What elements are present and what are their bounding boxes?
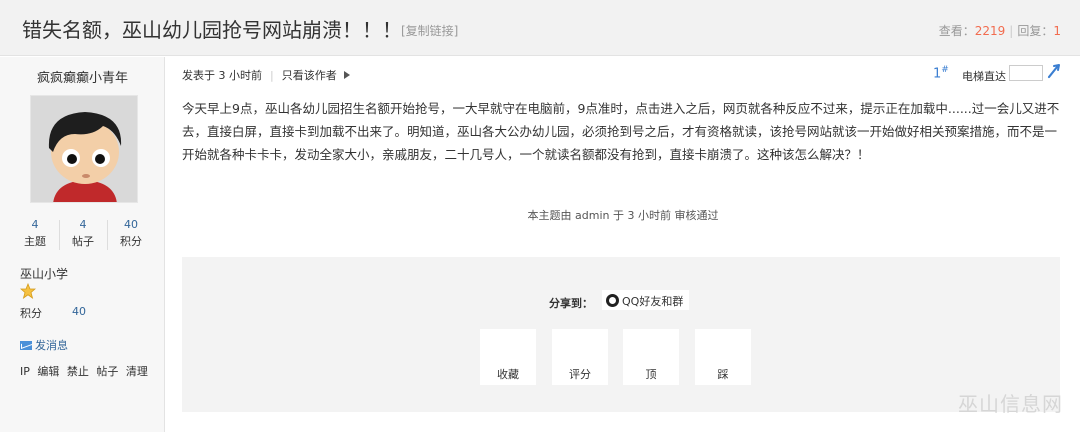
downvote-button[interactable]: 踩 [695,329,751,385]
only-author-link[interactable]: 只看该作者 [282,69,337,82]
post-time: 发表于 3 小时前 [182,69,262,82]
avatar-cartoon-image [31,96,137,202]
thread-header: 错失名额，巫山幼儿园抢号网站崩溃！！！ [复制链接] 查看：2219 | 回复：1 [0,0,1080,56]
send-message-link[interactable]: 发消息 [20,337,68,353]
stats-divider: | [1009,24,1014,38]
floor-number[interactable]: 1# [933,65,949,81]
send-message-label: 发消息 [35,339,68,352]
elevator-label: 电梯直达 [962,70,1006,83]
upvote-button[interactable]: 顶 [623,329,679,385]
elevator-input[interactable] [1009,65,1043,81]
points-label: 积分 [20,307,42,320]
views-count: 2219 [974,24,1006,38]
thread-stats: 查看：2219 | 回复：1 [939,22,1061,39]
replies-label: 回复： [1017,24,1054,38]
stat-posts[interactable]: 4 帖子 [59,217,107,251]
approval-note: 本主题由 admin 于 3 小时前 审核通过 [527,209,719,222]
author-sidebar: 疯疯癫癫小青年 4 主题 4 帖子 40 积分 巫山小学 积分 40 发消息 I… [0,57,165,432]
views-label: 查看： [938,24,975,38]
stat-value: 4 [79,218,87,231]
admin-ban-link[interactable]: 禁止 [67,365,89,378]
site-watermark: 巫山信息网 [958,392,1063,416]
floor-mark: # [941,65,949,75]
author-name[interactable]: 疯疯癫癫小青年 [0,67,165,86]
stat-topics[interactable]: 4 主题 [11,217,59,251]
share-panel: 分享到： QQ好友和群 收藏 评分 顶 踩 [182,257,1060,412]
post-content: 今天早上9点，巫山各幼儿园招生名额开始抢号，一大早就守在电脑前，9点准时，点击进… [182,101,1060,162]
share-qq-label: QQ好友和群 [622,295,684,308]
play-triangle-icon[interactable] [343,71,350,79]
stat-label: 主题 [24,235,46,248]
stat-value: 4 [31,218,39,231]
user-group[interactable]: 巫山小学 [20,265,68,282]
post-body: 发表于 3 小时前 | 只看该作者 1# 电梯直达 今天早上9点，巫山各幼儿园招生名… [166,57,1080,432]
points-value: 40 [72,305,86,318]
stat-points[interactable]: 40 积分 [107,217,155,251]
post-meta: 发表于 3 小时前 | 只看该作者 [182,67,350,83]
copy-link-button[interactable]: [复制链接] [401,22,458,39]
envelope-icon [20,341,32,350]
admin-posts-link[interactable]: 帖子 [96,365,118,378]
admin-clean-link[interactable]: 清理 [126,365,148,378]
rate-button[interactable]: 评分 [552,329,608,385]
avatar[interactable] [30,95,138,203]
thread-title: 错失名额，巫山幼儿园抢号网站崩溃！！！ [22,18,402,42]
star-rank-icon [20,283,36,299]
qq-penguin-icon [606,294,619,307]
stat-label: 帖子 [72,235,94,248]
share-label: 分享到： [549,297,593,310]
stat-value: 40 [124,218,138,231]
elevator-go-icon[interactable] [1046,63,1062,79]
stat-label: 积分 [120,235,142,248]
admin-edit-link[interactable]: 编辑 [37,365,59,378]
meta-divider: | [270,69,274,82]
share-qq-button[interactable]: QQ好友和群 [602,290,690,310]
admin-ip-link[interactable]: IP [20,365,30,378]
admin-links: IP 编辑 禁止 帖子 清理 [20,363,152,379]
favorite-button[interactable]: 收藏 [480,329,536,385]
replies-count: 1 [1053,24,1061,38]
